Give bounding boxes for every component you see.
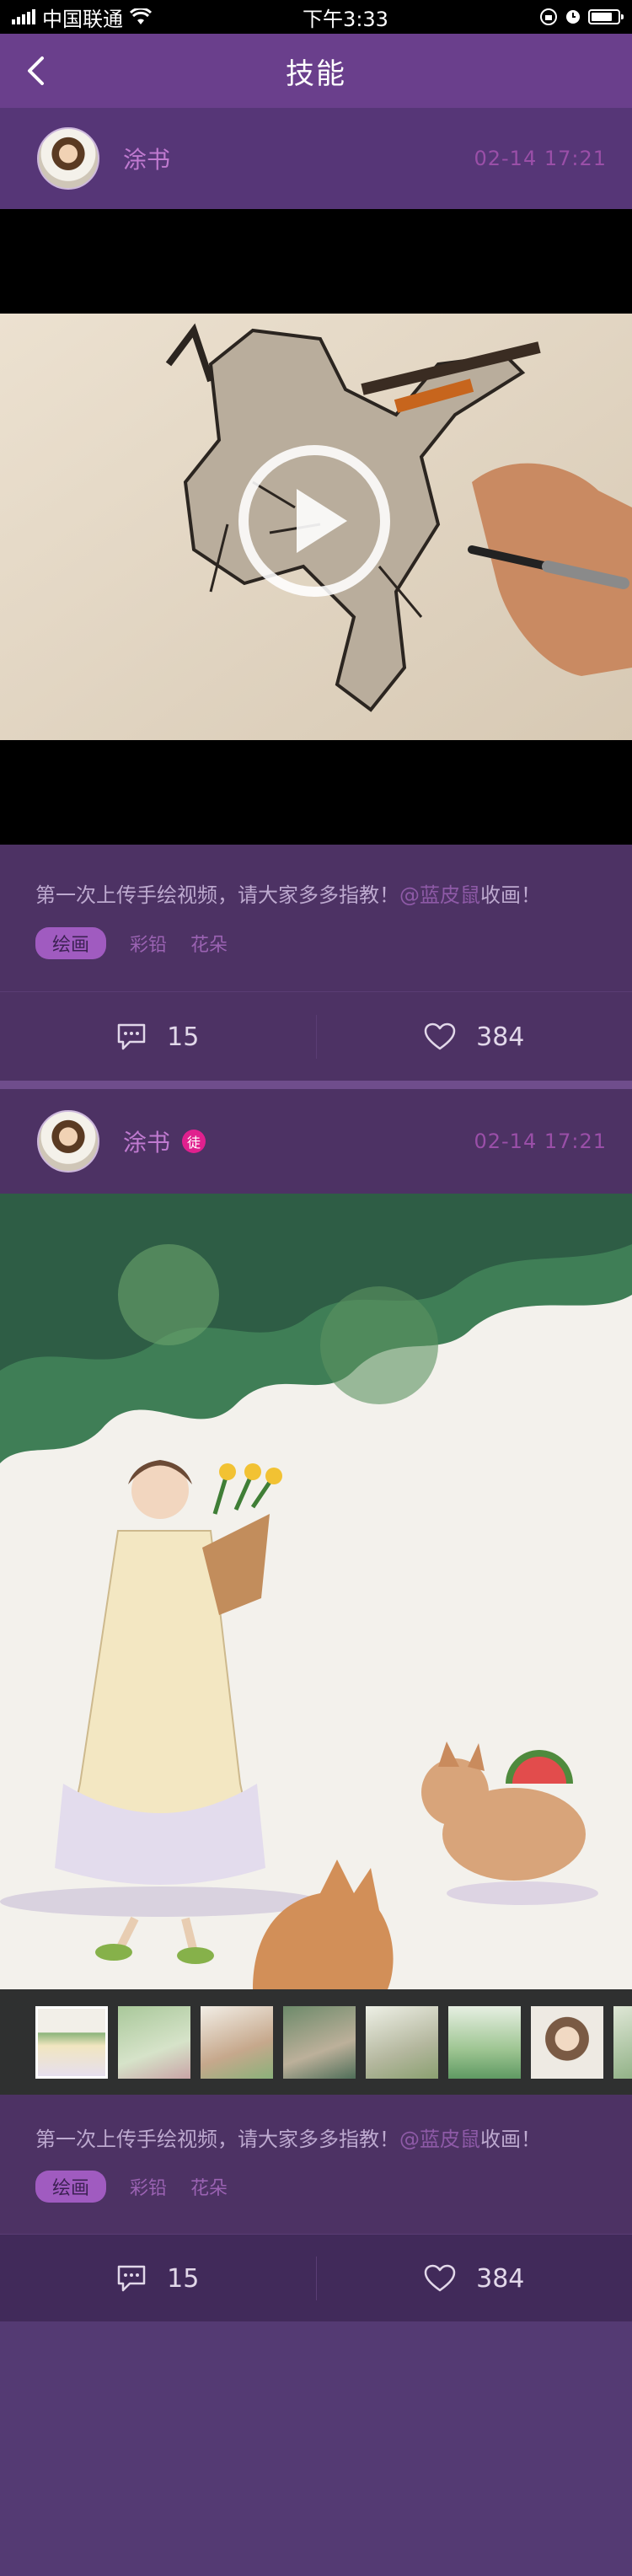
play-icon bbox=[297, 489, 347, 553]
heart-icon bbox=[424, 1022, 456, 1050]
post-description: 第一次上传手绘视频，请大家多多指教！@蓝皮鼠收画！ bbox=[35, 883, 541, 907]
thumbnail[interactable] bbox=[118, 2005, 190, 2079]
tag-item[interactable]: 彩铅 bbox=[130, 2173, 167, 2200]
author-name[interactable]: 涂书 bbox=[123, 1124, 170, 1158]
battery-icon bbox=[588, 9, 624, 24]
tag-item[interactable]: 彩铅 bbox=[130, 930, 167, 957]
tag-item[interactable]: 花朵 bbox=[190, 930, 228, 957]
back-button[interactable] bbox=[25, 52, 62, 89]
tag-item[interactable]: 绘画 bbox=[35, 927, 107, 959]
mention-link[interactable]: @蓝皮鼠 bbox=[399, 2128, 480, 2151]
comment-icon bbox=[117, 1023, 146, 1050]
video-player[interactable] bbox=[0, 209, 632, 845]
signal-icon bbox=[12, 9, 35, 24]
avatar[interactable] bbox=[37, 1110, 99, 1173]
post-actions: 15 384 bbox=[0, 991, 632, 1081]
post-author-row[interactable]: 涂书 02-14 17:21 bbox=[0, 108, 632, 209]
tag-item[interactable]: 花朵 bbox=[190, 2173, 228, 2200]
clock: 下午3:33 bbox=[303, 7, 388, 31]
thumbnail[interactable] bbox=[613, 2005, 632, 2079]
comment-button[interactable]: 15 bbox=[0, 2264, 316, 2294]
tag-item[interactable]: 绘画 bbox=[35, 2171, 107, 2203]
wifi-icon bbox=[130, 8, 152, 24]
play-button[interactable] bbox=[238, 445, 390, 597]
thumbnail[interactable] bbox=[448, 2005, 521, 2079]
tag-list: 绘画 彩铅 花朵 bbox=[35, 2171, 228, 2203]
status-bar: 中国联通 下午3:33 bbox=[0, 0, 632, 34]
thumbnail[interactable] bbox=[366, 2005, 438, 2079]
like-button[interactable]: 384 bbox=[317, 2264, 632, 2294]
comment-count: 15 bbox=[167, 2263, 200, 2294]
post-actions: 15 384 bbox=[0, 2234, 632, 2322]
nav-bar: 技能 bbox=[0, 34, 632, 108]
image-thumbnail-strip[interactable] bbox=[0, 1989, 632, 2095]
post-description: 第一次上传手绘视频，请大家多多指教！@蓝皮鼠收画！ bbox=[35, 2128, 541, 2151]
mention-link[interactable]: @蓝皮鼠 bbox=[399, 883, 480, 907]
comment-icon bbox=[117, 2265, 146, 2292]
comment-count: 15 bbox=[167, 1022, 200, 1052]
heart-icon bbox=[424, 2264, 456, 2292]
post-author-row[interactable]: 涂书 徒 02-14 17:21 bbox=[0, 1089, 632, 1194]
post-time: 02-14 17:21 bbox=[474, 1130, 607, 1153]
comment-button[interactable]: 15 bbox=[0, 1022, 316, 1052]
orientation-lock-icon bbox=[540, 8, 557, 25]
post-image[interactable] bbox=[0, 1194, 632, 1989]
author-name[interactable]: 涂书 bbox=[123, 142, 170, 175]
apprentice-badge: 徒 bbox=[182, 1130, 206, 1153]
carrier-label: 中国联通 bbox=[42, 7, 123, 31]
chevron-left-icon bbox=[28, 56, 44, 85]
like-button[interactable]: 384 bbox=[317, 1022, 632, 1052]
post-time: 02-14 17:21 bbox=[474, 147, 607, 170]
like-count: 384 bbox=[476, 2263, 525, 2294]
alarm-icon bbox=[566, 10, 580, 24]
like-count: 384 bbox=[476, 1022, 525, 1052]
thumbnail[interactable] bbox=[283, 2005, 356, 2079]
post-separator bbox=[0, 1081, 632, 1089]
avatar[interactable] bbox=[37, 127, 99, 190]
thumbnail[interactable] bbox=[35, 2005, 108, 2079]
tag-list: 绘画 彩铅 花朵 bbox=[35, 927, 228, 959]
thumbnail[interactable] bbox=[201, 2005, 273, 2079]
page-title: 技能 bbox=[286, 56, 346, 91]
thumbnail[interactable] bbox=[531, 2005, 603, 2079]
empty-area bbox=[0, 2321, 632, 2576]
